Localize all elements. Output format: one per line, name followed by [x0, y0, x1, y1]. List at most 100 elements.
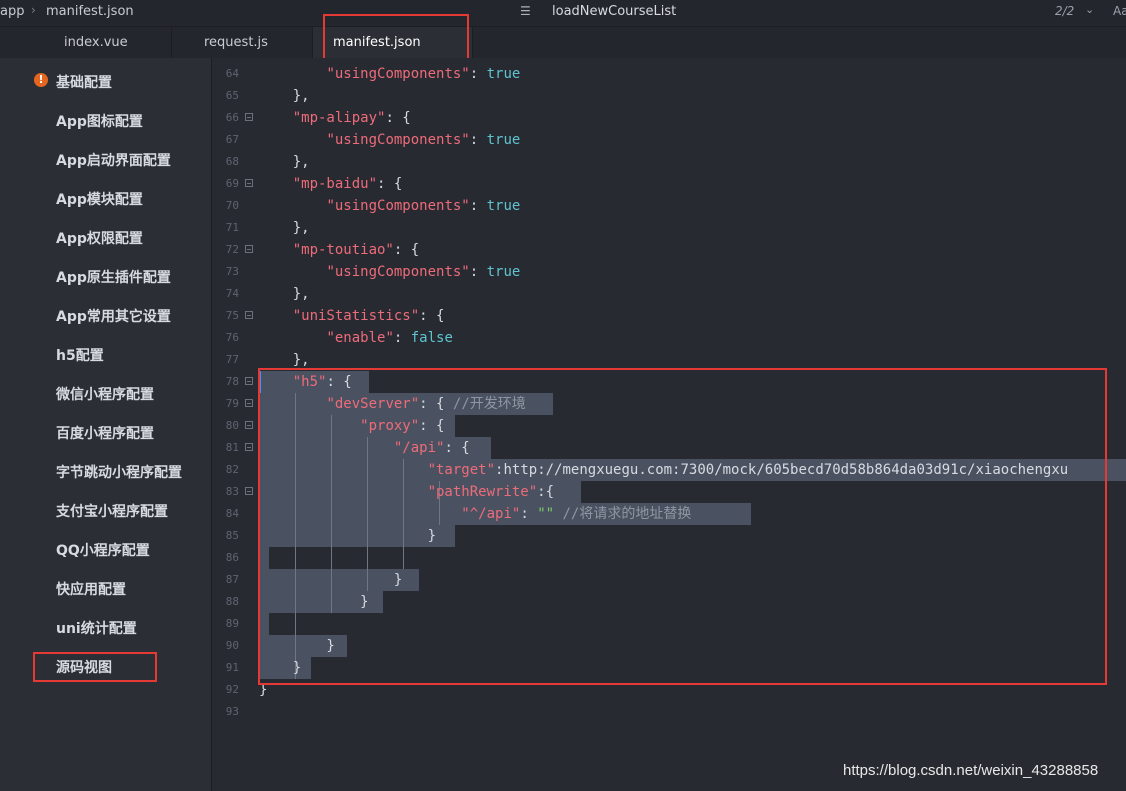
line-number: 75 [225, 309, 239, 322]
fold-toggle-icon[interactable] [245, 377, 253, 385]
line-number: 73 [225, 265, 239, 278]
code-text: "mp-baidu": { [292, 176, 403, 192]
sidebar-item-app-modules[interactable]: App模块配置 [56, 189, 143, 209]
case-toggle[interactable]: Aa [1113, 4, 1126, 18]
line-number: 72 [225, 243, 239, 256]
code-text: }, [259, 154, 310, 170]
line-number: 90 [225, 639, 239, 652]
code-line[interactable]: 75 "uniStatistics": { [212, 305, 1126, 327]
breadcrumb-root[interactable]: app [0, 4, 24, 19]
line-number: 91 [225, 661, 239, 674]
line-number: 79 [225, 397, 239, 410]
tab-index-vue[interactable]: index.vue [31, 27, 172, 58]
line-number: 83 [225, 485, 239, 498]
code-text: }, [259, 286, 310, 302]
line-number: 86 [225, 551, 239, 564]
line-number: 82 [225, 463, 239, 476]
code-text: "mp-alipay": { [292, 110, 411, 126]
line-number: 84 [225, 507, 239, 520]
code-text: "enable": false [326, 330, 453, 346]
line-number: 64 [225, 67, 239, 80]
line-number: 87 [225, 573, 239, 586]
code-line[interactable]: 74 }, [212, 283, 1126, 305]
match-counter: 2/2 [1055, 4, 1075, 18]
code-line[interactable]: 76 "enable": false [212, 327, 1126, 349]
code-text: "usingComponents": true [326, 66, 521, 82]
top-bar: app › manifest.json ☰ loadNewCourseList … [0, 0, 1126, 27]
fold-toggle-icon[interactable] [245, 443, 253, 451]
line-number: 93 [225, 705, 239, 718]
breadcrumb-file[interactable]: manifest.json [46, 4, 134, 19]
line-number: 80 [225, 419, 239, 432]
code-line[interactable]: 93 [212, 701, 1126, 723]
line-number: 89 [225, 617, 239, 630]
line-number: 76 [225, 331, 239, 344]
watermark: https://blog.csdn.net/weixin_43288858 [843, 762, 1099, 779]
sidebar-item-app-other[interactable]: App常用其它设置 [56, 306, 171, 326]
tab-label: request.js [204, 35, 268, 50]
code-text: "mp-toutiao": { [292, 242, 420, 258]
code-line[interactable]: 66 "mp-alipay": { [212, 107, 1126, 129]
line-number: 92 [225, 683, 239, 696]
fold-toggle-icon[interactable] [245, 487, 253, 495]
code-text: "usingComponents": true [326, 264, 521, 280]
sidebar-item-quickapp[interactable]: 快应用配置 [56, 579, 126, 599]
code-text: "usingComponents": true [326, 132, 521, 148]
sidebar-item-baidu[interactable]: 百度小程序配置 [56, 423, 154, 443]
line-number: 67 [225, 133, 239, 146]
sidebar-item-weixin[interactable]: 微信小程序配置 [56, 384, 154, 404]
line-number: 68 [225, 155, 239, 168]
line-number: 71 [225, 221, 239, 234]
code-line[interactable]: 68 }, [212, 151, 1126, 173]
sidebar-item-app-permissions[interactable]: App权限配置 [56, 228, 143, 248]
fold-toggle-icon[interactable] [245, 245, 253, 253]
outline-list-icon[interactable]: ☰ [520, 4, 534, 18]
fold-toggle-icon[interactable] [245, 311, 253, 319]
tab-request-js[interactable]: request.js [172, 27, 313, 58]
line-number: 85 [225, 529, 239, 542]
code-text: "usingComponents": true [326, 198, 521, 214]
code-line[interactable]: 67 "usingComponents": true [212, 129, 1126, 151]
editor-tabs: index.vue request.js manifest.json [0, 27, 1126, 58]
tab-label: index.vue [64, 35, 128, 50]
fold-toggle-icon[interactable] [245, 113, 253, 121]
line-number: 77 [225, 353, 239, 366]
tab-highlight-box [323, 14, 469, 62]
sidebar-item-app-splash[interactable]: App启动界面配置 [56, 150, 171, 170]
code-line[interactable]: 64 "usingComponents": true [212, 63, 1126, 85]
sidebar-item-alipay[interactable]: 支付宝小程序配置 [56, 501, 168, 521]
warning-icon: ! [34, 73, 48, 87]
sidebar-item-app-icon[interactable]: App图标配置 [56, 111, 143, 131]
sidebar-item-h5[interactable]: h5配置 [56, 345, 104, 365]
code-line[interactable]: 65 }, [212, 85, 1126, 107]
code-text: "uniStatistics": { [292, 308, 445, 324]
line-number: 78 [225, 375, 239, 388]
fold-toggle-icon[interactable] [245, 421, 253, 429]
line-number: 65 [225, 89, 239, 102]
code-text: }, [259, 220, 310, 236]
sidebar-item-qq[interactable]: QQ小程序配置 [56, 540, 150, 560]
fold-toggle-icon[interactable] [245, 399, 253, 407]
code-line[interactable]: 72 "mp-toutiao": { [212, 239, 1126, 261]
fold-toggle-icon[interactable] [245, 179, 253, 187]
line-number: 81 [225, 441, 239, 454]
line-number: 88 [225, 595, 239, 608]
line-number: 74 [225, 287, 239, 300]
outline-current-symbol[interactable]: loadNewCourseList [552, 4, 676, 19]
line-number: 69 [225, 177, 239, 190]
h5-config-highlight-box [258, 368, 1107, 685]
line-number: 70 [225, 199, 239, 212]
sidebar-item-uni-statistics[interactable]: uni统计配置 [56, 618, 137, 638]
code-line[interactable]: 73 "usingComponents": true [212, 261, 1126, 283]
line-number: 66 [225, 111, 239, 124]
source-view-highlight-box [33, 652, 157, 682]
sidebar-item-toutiao[interactable]: 字节跳动小程序配置 [56, 462, 182, 482]
sidebar-item-app-native-plugins[interactable]: App原生插件配置 [56, 267, 171, 287]
code-line[interactable]: 71 }, [212, 217, 1126, 239]
code-line[interactable]: 70 "usingComponents": true [212, 195, 1126, 217]
code-line[interactable]: 69 "mp-baidu": { [212, 173, 1126, 195]
chevron-down-icon[interactable]: ⌄ [1085, 3, 1094, 16]
breadcrumb-chevron-icon: › [31, 3, 36, 17]
sidebar-item-basic[interactable]: 基础配置 [56, 72, 112, 92]
code-text: }, [259, 88, 310, 104]
